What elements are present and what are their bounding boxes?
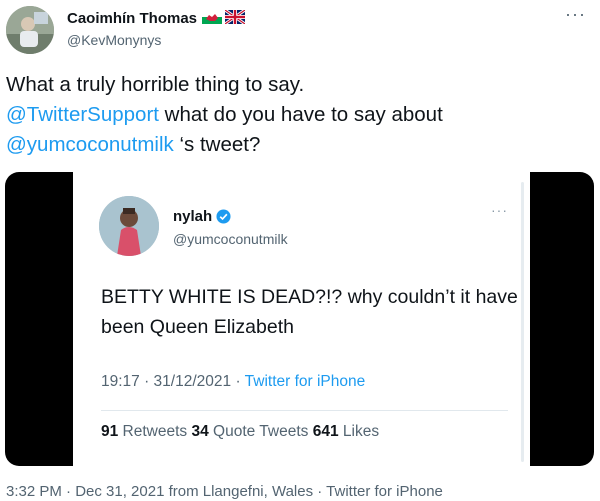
author-handle[interactable]: @KevMonynys <box>67 32 161 48</box>
tweet-line-1: What a truly horrible thing to say. <box>6 73 305 96</box>
retweets-label: Retweets <box>118 423 192 440</box>
embedded-timestamp: 19:17 · 31/12/2021 · Twitter for iPhone <box>101 373 365 391</box>
mention-twittersupport[interactable]: @TwitterSupport <box>6 103 159 126</box>
tweet-line-2: @TwitterSupport what do you have to say … <box>6 100 586 130</box>
likes-label: Likes <box>338 423 380 440</box>
embedded-more-icon: ··· <box>491 202 508 218</box>
retweets-count: 91 <box>101 423 119 440</box>
embedded-scrollbar <box>521 182 524 462</box>
verified-badge-icon <box>216 209 231 224</box>
uk-flag-icon <box>225 10 245 24</box>
embedded-name-row: nylah <box>173 208 231 225</box>
tweet-line-3-text: ‘s tweet? <box>173 133 261 156</box>
attached-screenshot[interactable]: nylah @yumcoconutmilk ··· BETTY WHITE IS… <box>5 172 594 466</box>
embedded-tweet-card: nylah @yumcoconutmilk ··· BETTY WHITE IS… <box>73 172 530 466</box>
quotes-count: 34 <box>191 423 209 440</box>
embedded-avatar <box>99 196 159 256</box>
likes-count: 641 <box>312 423 339 440</box>
author-avatar[interactable] <box>6 6 54 54</box>
tweet-line-3: @yumcoconutmilk ‘s tweet? <box>6 130 586 160</box>
embedded-display-name: nylah <box>173 208 213 225</box>
author-display-name[interactable]: Caoimhín Thomas <box>67 10 197 27</box>
embedded-time: 19:17 · 31/12/2021 · <box>101 373 245 390</box>
more-options-icon[interactable]: ··· <box>565 4 586 25</box>
embedded-handle: @yumcoconutmilk <box>173 231 288 247</box>
embedded-tweet-text: BETTY WHITE IS DEAD?!? why couldn’t it h… <box>101 286 518 338</box>
tweet-text: What a truly horrible thing to say. @Twi… <box>6 70 586 160</box>
author-flags <box>202 10 245 24</box>
quotes-label: Quote Tweets <box>208 423 313 440</box>
wales-flag-icon <box>202 10 222 24</box>
embedded-source: Twitter for iPhone <box>244 373 366 390</box>
embedded-stats: 91 Retweets 34 Quote Tweets 641 Likes <box>101 423 379 441</box>
embedded-divider <box>101 410 508 411</box>
tweet-line-2-text: what do you have to say about <box>158 103 443 126</box>
tweet-timestamp[interactable]: 3:32 PM · Dec 31, 2021 from Llangefni, W… <box>6 483 443 500</box>
mention-yumcoconutmilk[interactable]: @yumcoconutmilk <box>6 133 174 156</box>
